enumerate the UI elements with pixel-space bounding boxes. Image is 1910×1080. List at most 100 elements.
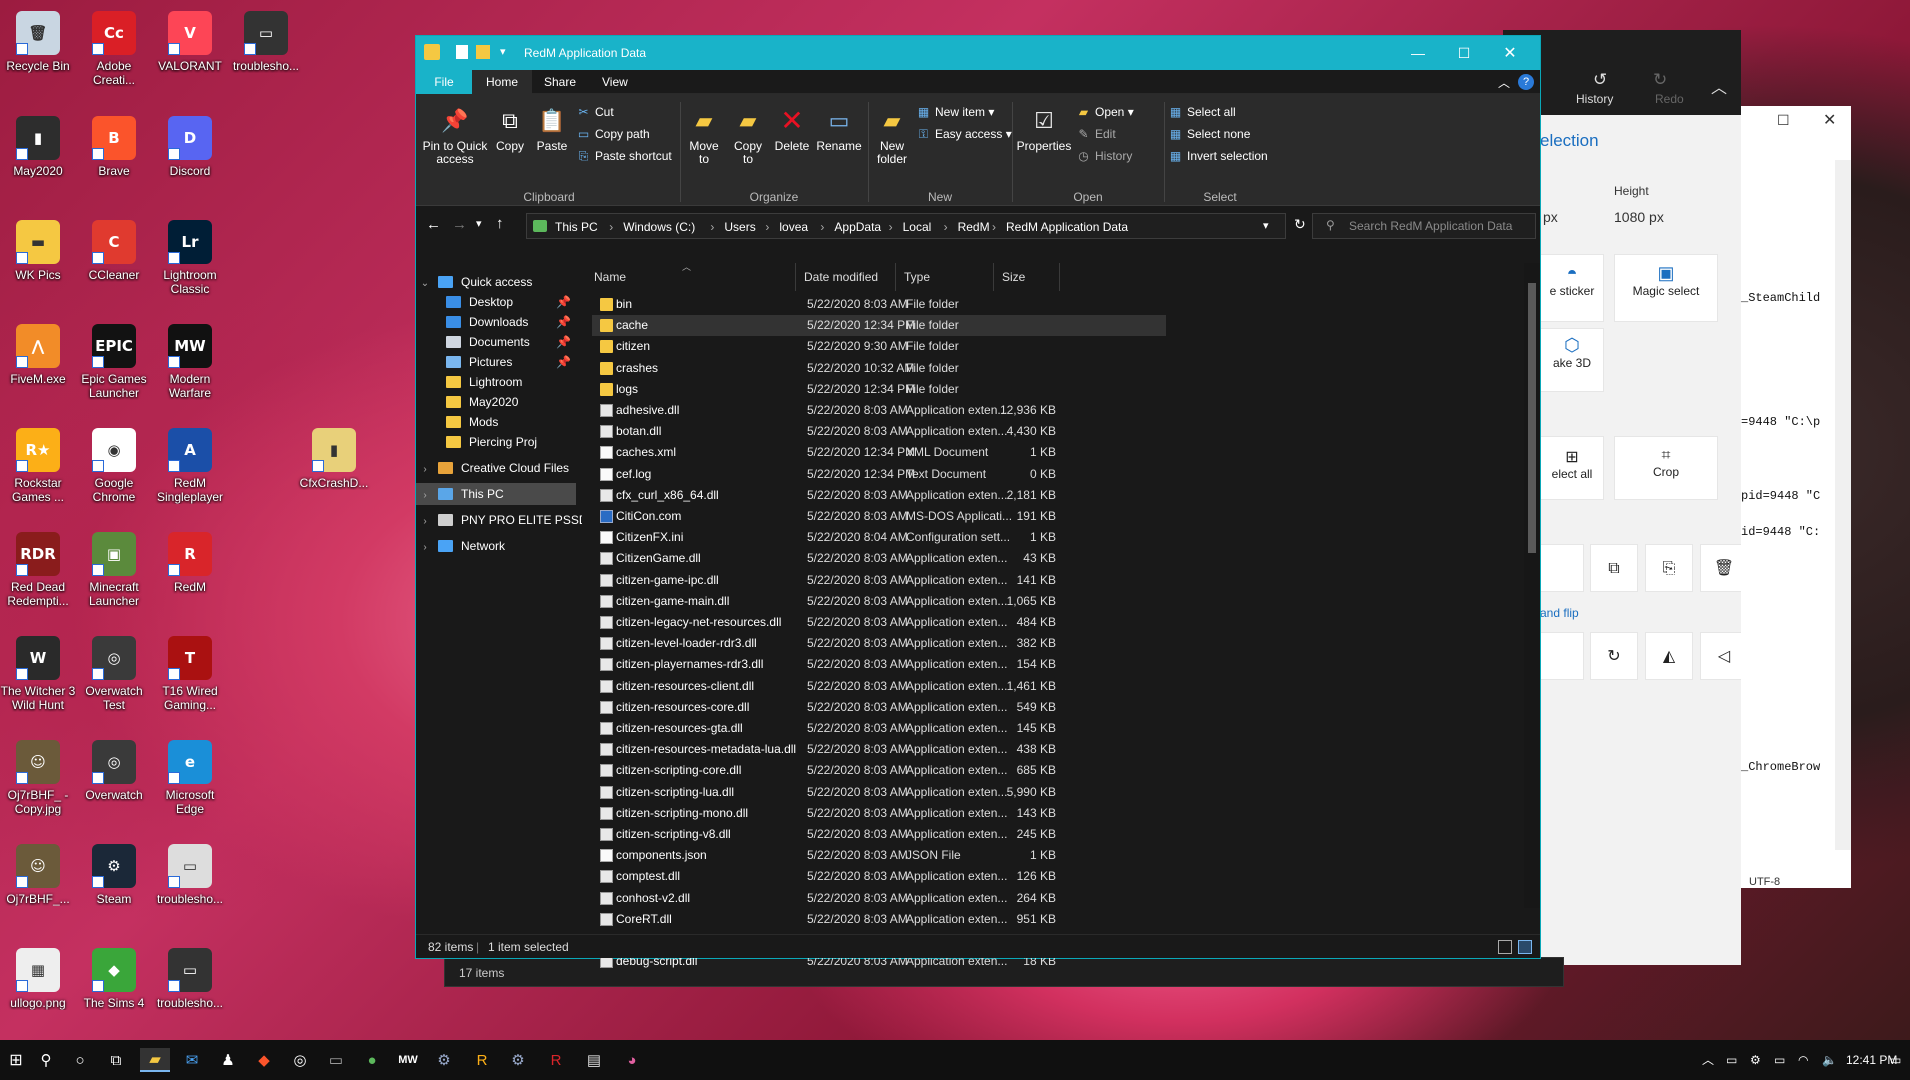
table-row[interactable]: CitizenGame.dll 5/22/2020 8:03 AM Applicat… — [592, 548, 1166, 569]
task-view-icon[interactable]: ⧉ — [104, 1048, 128, 1072]
scrollbar[interactable] — [1835, 160, 1851, 850]
breadcrumb-item[interactable]: Local — [903, 220, 932, 234]
tool-tile-2[interactable] — [1540, 632, 1584, 680]
desktop-icon[interactable]: ☺ Oj7rBHF_... — [0, 838, 76, 936]
large-icons-view-icon[interactable] — [1518, 940, 1532, 954]
minimize-icon[interactable]: — — [1395, 36, 1441, 70]
notepad-task-icon[interactable]: ▤ — [582, 1048, 606, 1072]
pin-quick-access-button[interactable]: 📌 Pin to Quick access — [422, 106, 488, 166]
pin-icon[interactable]: 📌 — [556, 351, 571, 373]
expand-chevron-icon[interactable]: › — [416, 537, 434, 559]
network-icon[interactable]: ▭ — [1726, 1040, 1737, 1080]
table-row[interactable]: citizen-resources-gta.dll 5/22/2020 8:03 … — [592, 718, 1166, 739]
height-value[interactable]: 1080 px — [1614, 209, 1664, 225]
rockstar-task-icon[interactable]: R — [470, 1048, 494, 1072]
table-row[interactable]: citizen-scripting-mono.dll 5/22/2020 8:03… — [592, 803, 1166, 824]
desktop-icon[interactable]: W The Witcher 3 Wild Hunt — [0, 630, 76, 728]
delete-button[interactable]: ✕ Delete — [772, 106, 812, 153]
table-row[interactable]: cef.log 5/22/2020 12:34 PM Text Document 0 … — [592, 464, 1166, 485]
app-task-icon[interactable]: ● — [360, 1048, 384, 1072]
forward-icon[interactable]: → — [452, 216, 467, 233]
select-all-button[interactable]: ▦ Select all — [1168, 104, 1236, 120]
column-type[interactable]: Type — [896, 263, 994, 291]
desktop-icon[interactable]: MW Modern Warfare — [152, 318, 228, 416]
desktop-icon[interactable]: A RedM Singleplayer — [152, 422, 228, 520]
nav-item[interactable]: ⌄ Quick access — [416, 271, 576, 293]
desktop-icon[interactable]: C CCleaner — [76, 214, 152, 312]
nav-item[interactable]: › Creative Cloud Files — [416, 457, 576, 479]
expand-chevron-icon[interactable]: › — [416, 485, 434, 507]
expand-chevron-icon[interactable]: › — [416, 459, 434, 481]
desktop-icon[interactable]: ◉ Google Chrome — [76, 422, 152, 520]
details-view-icon[interactable] — [1498, 940, 1512, 954]
new-folder-button[interactable]: ▰ New folder — [872, 106, 912, 166]
collapse-icon[interactable]: ︿ — [1711, 74, 1727, 98]
desktop-icon[interactable]: ▭ troublesho... — [152, 838, 228, 936]
desktop-icon[interactable]: R★ Rockstar Games ... — [0, 422, 76, 520]
table-row[interactable]: citizen-game-main.dll 5/22/2020 8:03 AM Ap… — [592, 591, 1166, 612]
refresh-icon[interactable]: ↻ — [1294, 216, 1306, 233]
nav-item[interactable]: › Network — [416, 535, 576, 557]
make3d-tile[interactable]: ⬡ ake 3D — [1540, 328, 1604, 392]
redm-task-icon[interactable]: R — [544, 1048, 568, 1072]
recent-locations-icon[interactable]: ▾ — [476, 217, 482, 230]
tab-view[interactable]: View — [588, 70, 642, 94]
new-item-button[interactable]: ▦ New item ▾ — [916, 104, 995, 120]
table-row[interactable]: citizen-scripting-v8.dll 5/22/2020 8:03 A… — [592, 824, 1166, 845]
breadcrumb-chevron-icon[interactable]: › — [820, 220, 824, 234]
easy-access-button[interactable]: ⚿ Easy access ▾ — [916, 126, 1012, 142]
rename-button[interactable]: ▭ Rename — [816, 106, 862, 153]
pin-icon[interactable]: 📌 — [556, 331, 571, 353]
table-row[interactable]: cache 5/22/2020 12:34 PM File folder — [592, 315, 1166, 337]
desktop-icon[interactable]: ◎ Overwatch — [76, 734, 152, 832]
desktop-icon[interactable]: B Brave — [76, 110, 152, 208]
invert-selection-button[interactable]: ▦ Invert selection — [1168, 148, 1268, 164]
modern-warfare-task-icon[interactable]: MW — [396, 1048, 420, 1072]
collapse-ribbon-icon[interactable]: ︿ — [1498, 74, 1510, 91]
battery-icon[interactable]: ▭ — [1774, 1040, 1785, 1080]
rotate-icon[interactable]: ↻ — [1590, 632, 1638, 680]
paint3d-task-icon[interactable]: ◕ — [620, 1048, 644, 1072]
copy-icon[interactable]: ⧉ — [1590, 544, 1638, 592]
notifications-icon[interactable]: ▭ — [1890, 1040, 1901, 1080]
breadcrumb-item[interactable]: lovea — [779, 220, 808, 234]
app-task-icon[interactable]: ♟ — [216, 1048, 240, 1072]
breadcrumb-chevron-icon[interactable]: › — [765, 220, 769, 234]
steam-tray-icon[interactable]: ⚙ — [1750, 1040, 1761, 1080]
nav-item[interactable]: Piercing Proj — [416, 431, 576, 453]
wifi-icon[interactable]: ◠ — [1798, 1040, 1808, 1080]
desktop-icon[interactable]: ▣ Minecraft Launcher — [76, 526, 152, 624]
crop-tile[interactable]: ⌗ Crop — [1614, 436, 1718, 500]
table-row[interactable]: comptest.dll 5/22/2020 8:03 AM Application… — [592, 866, 1166, 887]
select-all-tile[interactable]: ⊞ elect all — [1540, 436, 1604, 500]
open-button[interactable]: ▰ Open ▾ — [1076, 104, 1134, 120]
cut-button[interactable]: ✂ Cut — [576, 104, 613, 120]
search-input[interactable]: Search RedM Application Data — [1312, 213, 1536, 239]
desktop-icon[interactable]: ◆ The Sims 4 — [76, 942, 152, 1040]
table-row[interactable]: components.json 5/22/2020 8:03 AM JSON Fil… — [592, 845, 1166, 866]
table-row[interactable]: CitiCon.com 5/22/2020 8:03 AM MS-DOS Appli… — [592, 506, 1166, 527]
nav-item[interactable]: Documents 📌 — [416, 331, 576, 353]
sticker-tile[interactable]: ◓ e sticker — [1540, 254, 1604, 322]
table-row[interactable]: citizen-game-ipc.dll 5/22/2020 8:03 AM App… — [592, 570, 1166, 591]
scrollbar-thumb[interactable] — [1528, 283, 1536, 553]
file-explorer-task-icon[interactable]: ▰ — [140, 1048, 170, 1072]
redo-icon[interactable]: ↻ — [1653, 70, 1667, 90]
column-size[interactable]: Size — [994, 263, 1060, 291]
table-row[interactable]: conhost-v2.dll 5/22/2020 8:03 AM Applicati… — [592, 888, 1166, 909]
desktop-icon[interactable]: EPIC Epic Games Launcher — [76, 318, 152, 416]
breadcrumb-item[interactable]: AppData — [834, 220, 881, 234]
desktop-icon[interactable]: V VALORANT — [152, 5, 228, 103]
table-row[interactable]: citizen-legacy-net-resources.dll 5/22/202… — [592, 612, 1166, 633]
magic-select-tile[interactable]: ▣ Magic select — [1614, 254, 1718, 322]
maximize-icon[interactable]: ☐ — [1441, 36, 1487, 70]
help-icon[interactable]: ? — [1518, 74, 1534, 90]
table-row[interactable]: botan.dll 5/22/2020 8:03 AM Application ex… — [592, 421, 1166, 442]
back-icon[interactable]: ← — [426, 216, 441, 233]
table-row[interactable]: caches.xml 5/22/2020 12:34 PM XML Document… — [592, 442, 1166, 463]
paste-shortcut-button[interactable]: ⎘ Paste shortcut — [576, 148, 672, 164]
breadcrumb-chevron-icon[interactable]: › — [944, 220, 948, 234]
desktop-icon[interactable]: D Discord — [152, 110, 228, 208]
history-button[interactable]: ◷ History — [1076, 148, 1132, 164]
desktop-icon[interactable]: ▦ ullogo.png — [0, 942, 76, 1040]
